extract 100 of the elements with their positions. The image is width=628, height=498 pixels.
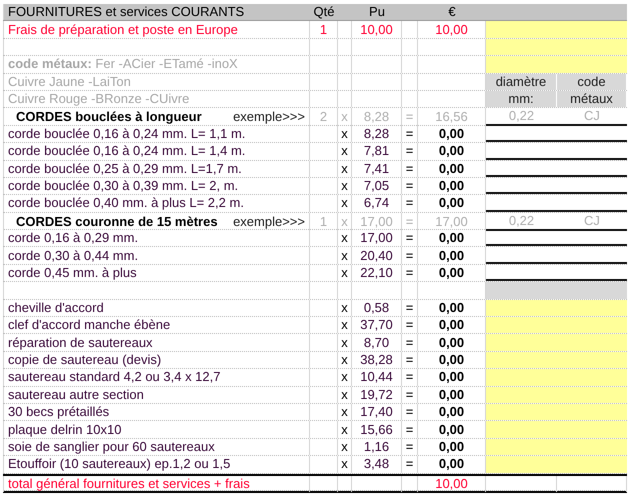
- table-cell: corde 0,30 à 0,44 mm.: [3, 247, 310, 264]
- table-cell: corde 0,16 à 0,29 mm.: [3, 230, 310, 246]
- table-cell: =: [402, 404, 418, 420]
- table-cell: 22,10: [352, 264, 402, 282]
- table-cell: 17,00: [352, 230, 402, 246]
- table-cell: 8,28: [352, 126, 402, 142]
- table-cell: 0,58: [352, 300, 402, 316]
- table-cell: corde bouclée 0,40 mm. à plus L= 2,2 m.: [3, 195, 310, 212]
- table-cell: 1: [310, 21, 338, 38]
- table-cell: 6,74: [352, 195, 402, 212]
- table-cell: =: [402, 421, 418, 438]
- table-cell: Etouffoir (10 sautereaux) ep.1,2 ou 1,5: [3, 456, 310, 473]
- table-cell: =: [402, 126, 418, 142]
- table-cell: 37,70: [352, 317, 402, 334]
- column-header: métaux: [557, 90, 627, 108]
- table-cell: =: [402, 334, 418, 351]
- table-cell: 20,40: [352, 247, 402, 264]
- column-header: mm:: [486, 90, 557, 108]
- table-cell: total général fournitures et services + frais: [3, 476, 310, 492]
- table-cell: soie de sanglier pour 60 sautereaux: [3, 438, 310, 456]
- table-cell: x: [338, 143, 352, 160]
- table-cell: copie de sautereau (devis): [3, 352, 310, 368]
- table-cell: x: [338, 178, 352, 194]
- table-cell: x: [338, 404, 352, 420]
- table-cell: =: [402, 456, 418, 473]
- table-cell: 0,00: [418, 195, 486, 212]
- table-cell: x: [338, 386, 352, 403]
- table-cell: x: [338, 317, 352, 334]
- table-cell: x: [338, 108, 352, 126]
- table-cell: corde 0,45 mm. à plus: [3, 264, 310, 282]
- table-cell: =: [402, 195, 418, 212]
- table-cell: x: [338, 456, 352, 473]
- section-title: CORDES couronne de 15 mètres: [16, 214, 218, 230]
- table-cell: =: [402, 160, 418, 177]
- table-cell: x: [338, 334, 352, 351]
- column-header: FOURNITURES et services COURANTS: [3, 4, 310, 20]
- table-cell: x: [338, 300, 352, 316]
- section-title: CORDES bouclées à longueur: [16, 109, 202, 126]
- table-cell: 1,16: [352, 438, 402, 456]
- table-cell: 7,81: [352, 143, 402, 160]
- table-cell: 1: [310, 212, 338, 231]
- column-header: code: [557, 74, 627, 90]
- table-cell: =: [402, 230, 418, 246]
- table-cell: Cuivre Rouge -BRonze -CUivre: [3, 90, 310, 108]
- table-cell: 0,00: [418, 143, 486, 160]
- table-cell: 17,00: [352, 212, 402, 231]
- table-cell: =: [402, 369, 418, 386]
- table-cell: 7,41: [352, 160, 402, 177]
- table-cell: 7,05: [352, 178, 402, 194]
- table-cell: réparation de sautereaux: [3, 334, 310, 351]
- table-cell: x: [338, 230, 352, 246]
- table-cell: 16,56: [418, 108, 486, 126]
- table-cell: =: [402, 352, 418, 368]
- table-cell: x: [338, 438, 352, 456]
- hint-text: exemple>>>: [233, 214, 305, 230]
- table-cell: 0,00: [418, 178, 486, 194]
- table-cell: 10,00: [352, 21, 402, 38]
- table-cell: CJ: [557, 108, 627, 126]
- table-cell: 38,28: [352, 352, 402, 368]
- table-cell: sautereau standard 4,2 ou 3,4 x 12,7: [3, 369, 310, 386]
- table-cell: x: [338, 264, 352, 282]
- table-cell: x: [338, 126, 352, 142]
- table-cell: 0,00: [418, 264, 486, 282]
- table-cell: 8,28: [352, 108, 402, 126]
- column-header: Pu: [368, 4, 386, 20]
- table-cell: =: [402, 143, 418, 160]
- table-cell: x: [338, 421, 352, 438]
- table-cell: 30 becs prétaillés: [3, 404, 310, 420]
- table-cell: =: [402, 317, 418, 334]
- table-cell: 0,00: [418, 126, 486, 142]
- column-header: Qté: [312, 4, 336, 20]
- table-cell: =: [402, 247, 418, 264]
- table-cell: 3,48: [352, 456, 402, 473]
- table-cell: cheville d'accord: [3, 300, 310, 316]
- table-cell: =: [402, 212, 418, 231]
- table-cell: corde bouclée 0,16 à 0,24 mm. L= 1,1 m.: [3, 126, 310, 142]
- table-cell: 17,00: [418, 212, 486, 231]
- table-cell: corde bouclée 0,30 à 0,39 mm. L= 2, m.: [3, 178, 310, 194]
- table-cell: 0,00: [418, 247, 486, 264]
- table-cell: 19,72: [352, 386, 402, 403]
- table-cell: sautereau autre section: [3, 386, 310, 403]
- table-cell: 8,70: [352, 334, 402, 351]
- table-cell: CJ: [557, 212, 627, 231]
- table-cell: =: [402, 300, 418, 316]
- table-cell: x: [338, 369, 352, 386]
- table-cell: =: [402, 108, 418, 126]
- table-cell: x: [338, 352, 352, 368]
- table-cell: plaque delrin 10x10: [3, 421, 310, 438]
- table-cell: 0,00: [418, 230, 486, 246]
- table-cell: x: [338, 247, 352, 264]
- table-cell: 0,00: [418, 160, 486, 177]
- table-cell: =: [402, 178, 418, 194]
- table-cell: =: [402, 386, 418, 403]
- table-cell: x: [338, 195, 352, 212]
- table-cell: x: [338, 160, 352, 177]
- table-cell: code métaux: Fer -ACier -ETamé -inoX: [3, 56, 310, 73]
- column-header: €: [447, 4, 457, 20]
- table-cell: Frais de préparation et poste en Europe: [3, 21, 310, 38]
- table-cell: 2: [310, 108, 338, 126]
- table-cell: =: [402, 438, 418, 456]
